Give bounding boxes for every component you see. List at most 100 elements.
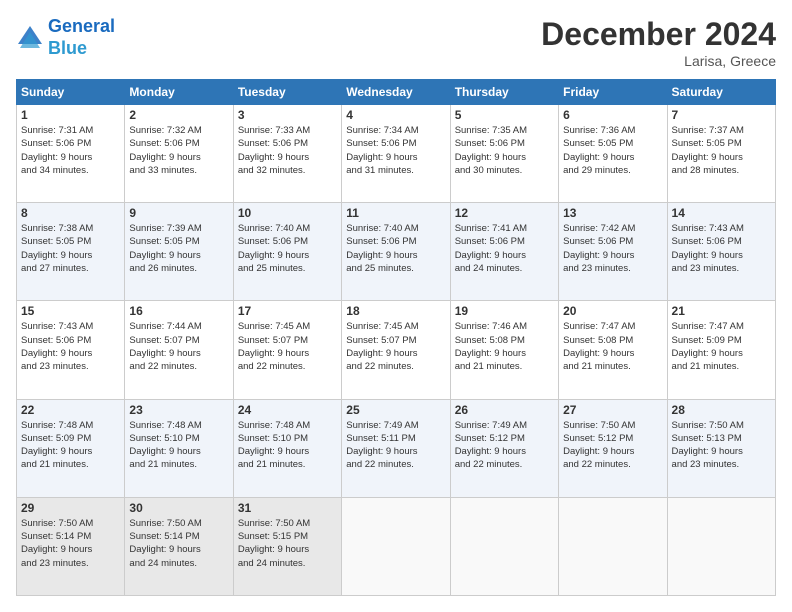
- cell-text: Sunrise: 7:45 AM Sunset: 5:07 PM Dayligh…: [346, 320, 445, 373]
- cell-text: Sunrise: 7:50 AM Sunset: 5:14 PM Dayligh…: [21, 517, 120, 570]
- week-row-2: 8 Sunrise: 7:38 AM Sunset: 5:05 PM Daylig…: [17, 203, 776, 301]
- calendar-cell: 25 Sunrise: 7:49 AM Sunset: 5:11 PM Dayli…: [342, 399, 450, 497]
- calendar-cell: 18 Sunrise: 7:45 AM Sunset: 5:07 PM Dayli…: [342, 301, 450, 399]
- day-number: 21: [672, 304, 771, 318]
- week-row-3: 15Sunrise: 7:43 AM Sunset: 5:06 PM Dayli…: [17, 301, 776, 399]
- logo-line1: General: [48, 16, 115, 36]
- cell-text: Sunrise: 7:46 AM Sunset: 5:08 PM Dayligh…: [455, 320, 554, 373]
- day-number: 27: [563, 403, 662, 417]
- day-number: 24: [238, 403, 337, 417]
- cell-text: Sunrise: 7:48 AM Sunset: 5:10 PM Dayligh…: [129, 419, 228, 472]
- location: Larisa, Greece: [541, 53, 776, 69]
- cell-text: Sunrise: 7:38 AM Sunset: 5:05 PM Dayligh…: [21, 222, 120, 275]
- day-number: 26: [455, 403, 554, 417]
- calendar-cell: 23Sunrise: 7:48 AM Sunset: 5:10 PM Dayli…: [125, 399, 233, 497]
- logo-line2: Blue: [48, 38, 87, 58]
- calendar-cell: 28 Sunrise: 7:50 AM Sunset: 5:13 PM Dayli…: [667, 399, 775, 497]
- calendar-cell: 26 Sunrise: 7:49 AM Sunset: 5:12 PM Dayli…: [450, 399, 558, 497]
- day-number: 12: [455, 206, 554, 220]
- cell-text: Sunrise: 7:45 AM Sunset: 5:07 PM Dayligh…: [238, 320, 337, 373]
- cell-text: Sunrise: 7:35 AM Sunset: 5:06 PM Dayligh…: [455, 124, 554, 177]
- weekday-wednesday: Wednesday: [342, 80, 450, 105]
- day-number: 7: [672, 108, 771, 122]
- day-number: 10: [238, 206, 337, 220]
- cell-text: Sunrise: 7:42 AM Sunset: 5:06 PM Dayligh…: [563, 222, 662, 275]
- calendar-cell: 20 Sunrise: 7:47 AM Sunset: 5:08 PM Dayli…: [559, 301, 667, 399]
- day-number: 5: [455, 108, 554, 122]
- calendar-cell: 19 Sunrise: 7:46 AM Sunset: 5:08 PM Dayli…: [450, 301, 558, 399]
- day-number: 16: [129, 304, 228, 318]
- cell-text: Sunrise: 7:33 AM Sunset: 5:06 PM Dayligh…: [238, 124, 337, 177]
- weekday-thursday: Thursday: [450, 80, 558, 105]
- cell-text: Sunrise: 7:43 AM Sunset: 5:06 PM Dayligh…: [21, 320, 120, 373]
- cell-text: Sunrise: 7:40 AM Sunset: 5:06 PM Dayligh…: [346, 222, 445, 275]
- cell-text: Sunrise: 7:32 AM Sunset: 5:06 PM Dayligh…: [129, 124, 228, 177]
- weekday-monday: Monday: [125, 80, 233, 105]
- day-number: 6: [563, 108, 662, 122]
- day-number: 2: [129, 108, 228, 122]
- cell-text: Sunrise: 7:50 AM Sunset: 5:14 PM Dayligh…: [129, 517, 228, 570]
- day-number: 13: [563, 206, 662, 220]
- calendar-cell: 4Sunrise: 7:34 AM Sunset: 5:06 PM Daylig…: [342, 105, 450, 203]
- calendar-cell: 27 Sunrise: 7:50 AM Sunset: 5:12 PM Dayli…: [559, 399, 667, 497]
- calendar-cell: 14 Sunrise: 7:43 AM Sunset: 5:06 PM Dayli…: [667, 203, 775, 301]
- cell-text: Sunrise: 7:40 AM Sunset: 5:06 PM Dayligh…: [238, 222, 337, 275]
- day-number: 1: [21, 108, 120, 122]
- weekday-sunday: Sunday: [17, 80, 125, 105]
- day-number: 18: [346, 304, 445, 318]
- day-number: 8: [21, 206, 120, 220]
- cell-text: Sunrise: 7:36 AM Sunset: 5:05 PM Dayligh…: [563, 124, 662, 177]
- title-block: December 2024 Larisa, Greece: [541, 16, 776, 69]
- header: General Blue December 2024 Larisa, Greec…: [16, 16, 776, 69]
- calendar-cell: 22 Sunrise: 7:48 AM Sunset: 5:09 PM Dayli…: [17, 399, 125, 497]
- calendar-cell: 11Sunrise: 7:40 AM Sunset: 5:06 PM Dayli…: [342, 203, 450, 301]
- day-number: 22: [21, 403, 120, 417]
- calendar-cell: [450, 497, 558, 595]
- calendar-cell: 13 Sunrise: 7:42 AM Sunset: 5:06 PM Dayli…: [559, 203, 667, 301]
- cell-text: Sunrise: 7:47 AM Sunset: 5:08 PM Dayligh…: [563, 320, 662, 373]
- week-row-5: 29Sunrise: 7:50 AM Sunset: 5:14 PM Dayli…: [17, 497, 776, 595]
- day-number: 3: [238, 108, 337, 122]
- cell-text: Sunrise: 7:50 AM Sunset: 5:13 PM Dayligh…: [672, 419, 771, 472]
- cell-text: Sunrise: 7:47 AM Sunset: 5:09 PM Dayligh…: [672, 320, 771, 373]
- calendar-cell: 7 Sunrise: 7:37 AM Sunset: 5:05 PM Daylig…: [667, 105, 775, 203]
- cell-text: Sunrise: 7:31 AM Sunset: 5:06 PM Dayligh…: [21, 124, 120, 177]
- calendar-cell: 2 Sunrise: 7:32 AM Sunset: 5:06 PM Daylig…: [125, 105, 233, 203]
- weekday-friday: Friday: [559, 80, 667, 105]
- cell-text: Sunrise: 7:49 AM Sunset: 5:12 PM Dayligh…: [455, 419, 554, 472]
- day-number: 9: [129, 206, 228, 220]
- cell-text: Sunrise: 7:48 AM Sunset: 5:09 PM Dayligh…: [21, 419, 120, 472]
- week-row-4: 22 Sunrise: 7:48 AM Sunset: 5:09 PM Dayli…: [17, 399, 776, 497]
- calendar-cell: [342, 497, 450, 595]
- calendar-table: SundayMondayTuesdayWednesdayThursdayFrid…: [16, 79, 776, 596]
- logo-text: General Blue: [48, 16, 115, 59]
- calendar-cell: 12Sunrise: 7:41 AM Sunset: 5:06 PM Dayli…: [450, 203, 558, 301]
- calendar-cell: 10 Sunrise: 7:40 AM Sunset: 5:06 PM Dayli…: [233, 203, 341, 301]
- day-number: 28: [672, 403, 771, 417]
- page: General Blue December 2024 Larisa, Greec…: [0, 0, 792, 612]
- day-number: 30: [129, 501, 228, 515]
- calendar-cell: 6 Sunrise: 7:36 AM Sunset: 5:05 PM Daylig…: [559, 105, 667, 203]
- cell-text: Sunrise: 7:39 AM Sunset: 5:05 PM Dayligh…: [129, 222, 228, 275]
- calendar-cell: [559, 497, 667, 595]
- cell-text: Sunrise: 7:50 AM Sunset: 5:12 PM Dayligh…: [563, 419, 662, 472]
- cell-text: Sunrise: 7:37 AM Sunset: 5:05 PM Dayligh…: [672, 124, 771, 177]
- calendar-cell: 24Sunrise: 7:48 AM Sunset: 5:10 PM Dayli…: [233, 399, 341, 497]
- calendar-cell: 30 Sunrise: 7:50 AM Sunset: 5:14 PM Dayli…: [125, 497, 233, 595]
- calendar-cell: 9 Sunrise: 7:39 AM Sunset: 5:05 PM Daylig…: [125, 203, 233, 301]
- day-number: 17: [238, 304, 337, 318]
- day-number: 25: [346, 403, 445, 417]
- cell-text: Sunrise: 7:44 AM Sunset: 5:07 PM Dayligh…: [129, 320, 228, 373]
- calendar-cell: [667, 497, 775, 595]
- logo: General Blue: [16, 16, 115, 59]
- calendar-cell: 21 Sunrise: 7:47 AM Sunset: 5:09 PM Dayli…: [667, 301, 775, 399]
- cell-text: Sunrise: 7:34 AM Sunset: 5:06 PM Dayligh…: [346, 124, 445, 177]
- week-row-1: 1 Sunrise: 7:31 AM Sunset: 5:06 PM Daylig…: [17, 105, 776, 203]
- day-number: 14: [672, 206, 771, 220]
- cell-text: Sunrise: 7:43 AM Sunset: 5:06 PM Dayligh…: [672, 222, 771, 275]
- day-number: 20: [563, 304, 662, 318]
- cell-text: Sunrise: 7:49 AM Sunset: 5:11 PM Dayligh…: [346, 419, 445, 472]
- calendar-cell: 5 Sunrise: 7:35 AM Sunset: 5:06 PM Daylig…: [450, 105, 558, 203]
- calendar-cell: 29Sunrise: 7:50 AM Sunset: 5:14 PM Dayli…: [17, 497, 125, 595]
- day-number: 19: [455, 304, 554, 318]
